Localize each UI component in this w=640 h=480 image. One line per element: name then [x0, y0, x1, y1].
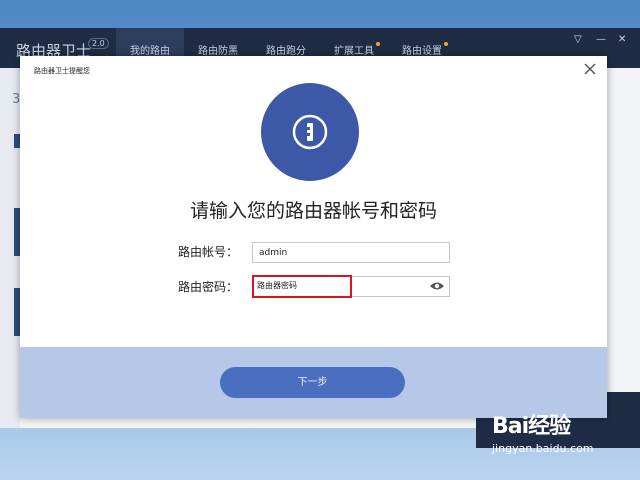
router-login-dialog: 路由器卫士提醒您 请输入您的路由器帐号和密码 路由帐号： 路由密码： 路由器密码…: [20, 56, 607, 418]
password-label: 路由密码：: [178, 280, 239, 294]
eye-icon[interactable]: [429, 281, 445, 291]
dropdown-icon[interactable]: ▽: [574, 34, 582, 45]
app-version-badge: 2.0: [88, 38, 109, 49]
highlight-box: [252, 275, 352, 298]
watermark-logo: Bai经验: [492, 414, 571, 439]
page-title: 请输入您的路由器帐号和密码: [189, 200, 437, 222]
dialog-title: 路由器卫士提醒您: [34, 67, 90, 75]
window-close-icon[interactable]: ✕: [618, 34, 626, 45]
minimize-icon[interactable]: —: [596, 34, 606, 45]
notification-dot: [444, 42, 448, 46]
notification-dot: [376, 42, 380, 46]
account-label: 路由帐号：: [178, 245, 239, 259]
watermark-url: jingyan.baidu.com: [492, 442, 594, 455]
close-icon[interactable]: [581, 60, 599, 78]
app-sidebar: 3: [0, 68, 22, 428]
next-button[interactable]: 下一步: [220, 367, 405, 398]
baidu-jingyan-watermark: Bai经验 jingyan.baidu.com: [492, 408, 594, 455]
account-input[interactable]: [252, 242, 450, 263]
key-lock-icon: [261, 83, 359, 181]
